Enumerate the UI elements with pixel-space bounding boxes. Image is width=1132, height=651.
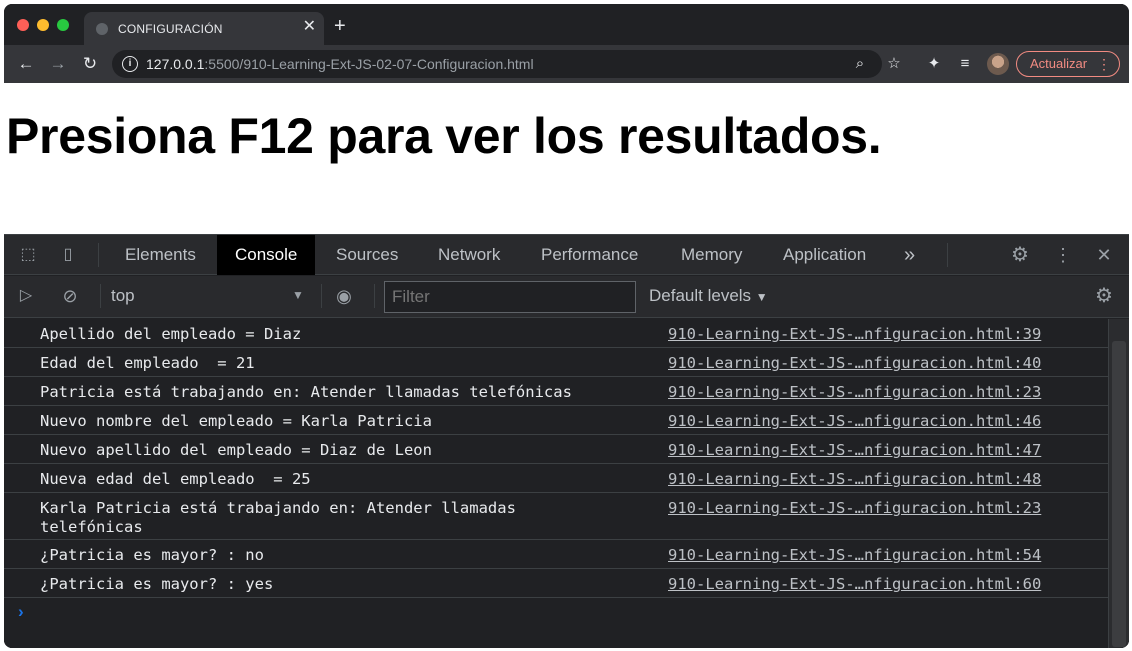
devtools-tab-bar: ⬚ ▯ Elements Console Sources Network Per… xyxy=(4,235,1129,275)
divider xyxy=(98,243,99,267)
tab-network[interactable]: Network xyxy=(420,235,518,275)
tab-memory[interactable]: Memory xyxy=(663,235,760,275)
live-expression-eye-icon[interactable]: ◉ xyxy=(334,286,354,306)
devtools-panel: ⬚ ▯ Elements Console Sources Network Per… xyxy=(4,234,1129,648)
console-row: Karla Patricia está trabajando en: Atend… xyxy=(4,493,1108,540)
divider xyxy=(374,284,375,308)
url-text[interactable]: 127.0.0.1:5500/910-Learning-Ext-JS-02-07… xyxy=(146,56,534,72)
maximize-window-button[interactable] xyxy=(57,19,69,31)
console-row: Nuevo apellido del empleado = Diaz de Le… xyxy=(4,435,1108,464)
back-icon[interactable]: ← xyxy=(16,54,36,74)
source-link[interactable]: 910-Learning-Ext-JS-…nfiguracion.html:23 xyxy=(668,499,1041,518)
console-message: Nueva edad del empleado = 25 xyxy=(40,470,311,488)
source-link[interactable]: 910-Learning-Ext-JS-…nfiguracion.html:54 xyxy=(668,546,1041,565)
tab-application[interactable]: Application xyxy=(765,235,884,275)
console-row: Edad del empleado = 21 910-Learning-Ext-… xyxy=(4,348,1108,377)
tab-title: CONFIGURACIÓN xyxy=(118,22,223,36)
new-tab-button[interactable]: + xyxy=(334,16,346,36)
source-link[interactable]: 910-Learning-Ext-JS-…nfiguracion.html:40 xyxy=(668,354,1041,373)
source-link[interactable]: 910-Learning-Ext-JS-…nfiguracion.html:48 xyxy=(668,470,1041,489)
console-output: Apellido del empleado = Diaz 910-Learnin… xyxy=(4,319,1108,648)
console-row: ¿Patricia es mayor? : no 910-Learning-Ex… xyxy=(4,540,1108,569)
tab-strip: CONFIGURACIÓN ✕ + xyxy=(4,4,1129,45)
console-message: ¿Patricia es mayor? : no xyxy=(40,546,264,564)
tab-close-icon[interactable]: ✕ xyxy=(303,19,316,35)
divider xyxy=(947,243,948,267)
close-devtools-icon[interactable]: ✕ xyxy=(1094,245,1114,265)
context-selector[interactable]: top xyxy=(111,286,135,306)
console-message: Patricia está trabajando en: Atender lla… xyxy=(40,383,572,401)
browser-toolbar: ← → ↻ i 127.0.0.1:5500/910-Learning-Ext-… xyxy=(4,45,1129,83)
extensions-puzzle-icon[interactable]: ✦ xyxy=(924,54,944,74)
console-filter-bar: ▷ ⊘ top ▼ ◉ Default levels ▼ ⚙ xyxy=(4,276,1129,318)
page-heading: Presiona F12 para ver los resultados. xyxy=(6,108,882,164)
source-link[interactable]: 910-Learning-Ext-JS-…nfiguracion.html:39 xyxy=(668,325,1041,344)
source-link[interactable]: 910-Learning-Ext-JS-…nfiguracion.html:47 xyxy=(668,441,1041,460)
browser-tab[interactable]: CONFIGURACIÓN ✕ xyxy=(84,12,324,45)
divider xyxy=(100,284,101,308)
sidebar-toggle-icon[interactable]: ▷ xyxy=(16,286,36,306)
console-row: Patricia está trabajando en: Atender lla… xyxy=(4,377,1108,406)
page-viewport: Presiona F12 para ver los resultados. xyxy=(4,83,1129,234)
scrollbar-thumb[interactable] xyxy=(1112,341,1126,647)
tab-performance[interactable]: Performance xyxy=(523,235,656,275)
source-link[interactable]: 910-Learning-Ext-JS-…nfiguracion.html:60 xyxy=(668,575,1041,594)
address-bar[interactable]: i 127.0.0.1:5500/910-Learning-Ext-JS-02-… xyxy=(112,50,882,78)
tab-elements[interactable]: Elements xyxy=(107,235,214,275)
close-window-button[interactable] xyxy=(17,19,29,31)
source-link[interactable]: 910-Learning-Ext-JS-…nfiguracion.html:23 xyxy=(668,383,1041,402)
console-message: Edad del empleado = 21 xyxy=(40,354,255,372)
clear-console-icon[interactable]: ⊘ xyxy=(60,286,80,306)
log-levels-dropdown[interactable]: Default levels ▼ xyxy=(649,286,768,306)
browser-window: CONFIGURACIÓN ✕ + ← → ↻ i 127.0.0.1:5500… xyxy=(4,4,1129,648)
reload-icon[interactable]: ↻ xyxy=(80,54,100,74)
console-message: Nuevo nombre del empleado = Karla Patric… xyxy=(40,412,432,430)
tab-console[interactable]: Console xyxy=(217,235,316,275)
console-message: ¿Patricia es mayor? : yes xyxy=(40,575,274,593)
console-settings-gear-icon[interactable]: ⚙ xyxy=(1094,286,1114,306)
chevron-down-icon[interactable]: ▼ xyxy=(292,288,304,302)
zoom-icon[interactable]: ⌕ xyxy=(850,54,870,74)
console-message: Apellido del empleado = Diaz xyxy=(40,325,302,343)
console-prompt[interactable]: › xyxy=(4,598,1108,626)
forward-icon[interactable]: → xyxy=(48,54,68,74)
more-vertical-icon[interactable]: ⋮ xyxy=(1053,245,1073,265)
source-link[interactable]: 910-Learning-Ext-JS-…nfiguracion.html:46 xyxy=(668,412,1041,431)
inspect-element-icon[interactable]: ⬚ xyxy=(18,245,38,265)
divider xyxy=(321,284,322,308)
settings-gear-icon[interactable]: ⚙ xyxy=(1010,245,1030,265)
avatar[interactable] xyxy=(987,53,1009,75)
console-row: Nuevo nombre del empleado = Karla Patric… xyxy=(4,406,1108,435)
console-row: Nueva edad del empleado = 25 910-Learnin… xyxy=(4,464,1108,493)
console-message: Nuevo apellido del empleado = Diaz de Le… xyxy=(40,441,432,459)
console-scrollbar[interactable] xyxy=(1108,319,1129,648)
bookmark-star-icon[interactable]: ☆ xyxy=(884,54,904,74)
tab-sources[interactable]: Sources xyxy=(318,235,416,275)
globe-icon xyxy=(96,23,108,35)
minimize-window-button[interactable] xyxy=(37,19,49,31)
device-toolbar-icon[interactable]: ▯ xyxy=(58,245,78,265)
console-row: ¿Patricia es mayor? : yes 910-Learning-E… xyxy=(4,569,1108,598)
prompt-chevron-icon: › xyxy=(18,602,24,621)
more-tabs-button[interactable]: » xyxy=(886,235,933,275)
update-button[interactable]: Actualizar ⋮ xyxy=(1016,51,1120,77)
site-info-icon[interactable]: i xyxy=(122,56,138,72)
filter-input[interactable] xyxy=(384,281,636,313)
console-message: Karla Patricia está trabajando en: Atend… xyxy=(40,499,516,536)
media-queue-icon[interactable]: ≡ xyxy=(955,54,975,74)
console-row: Apellido del empleado = Diaz 910-Learnin… xyxy=(4,319,1108,348)
more-vertical-icon: ⋮ xyxy=(1097,56,1111,72)
